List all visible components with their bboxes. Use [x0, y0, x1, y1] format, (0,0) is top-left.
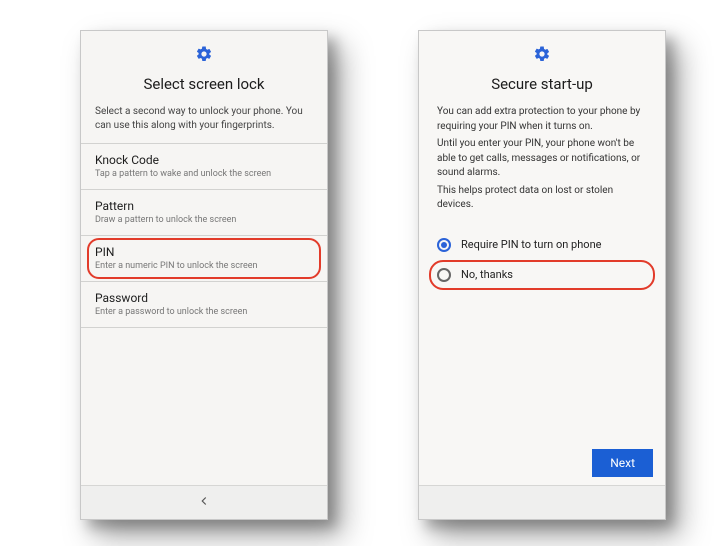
- phone-screen-secure-startup: Secure start-up You can add extra protec…: [418, 30, 666, 520]
- option-pattern[interactable]: Pattern Draw a pattern to unlock the scr…: [81, 189, 327, 235]
- option-label: No, thanks: [461, 268, 513, 281]
- option-require-pin[interactable]: Require PIN to turn on phone: [433, 230, 651, 260]
- description-line: This helps protect data on lost or stole…: [437, 184, 647, 213]
- gear-icon: [195, 45, 213, 67]
- nav-bar: [81, 485, 327, 519]
- option-no-thanks[interactable]: No, thanks: [433, 260, 651, 290]
- option-label: Knock Code: [95, 153, 313, 167]
- nav-bar: [419, 485, 665, 519]
- option-desc: Enter a password to unlock the screen: [95, 307, 313, 317]
- page-subtitle: Select a second way to unlock your phone…: [81, 101, 327, 143]
- radio-selected-icon: [437, 238, 451, 252]
- option-desc: Enter a numeric PIN to unlock the screen: [95, 261, 313, 271]
- description-line: Until you enter your PIN, your phone won…: [437, 137, 647, 181]
- option-desc: Draw a pattern to unlock the screen: [95, 215, 313, 225]
- topbar: [419, 31, 665, 69]
- description-line: You can add extra protection to your pho…: [437, 105, 647, 134]
- option-label: Password: [95, 291, 313, 305]
- back-icon[interactable]: [197, 493, 211, 512]
- startup-options: Require PIN to turn on phone No, thanks: [419, 224, 665, 290]
- next-button[interactable]: Next: [592, 449, 653, 477]
- radio-unselected-icon: [437, 268, 451, 282]
- phone-screen-select-lock: Select screen lock Select a second way t…: [80, 30, 328, 520]
- option-pin[interactable]: PIN Enter a numeric PIN to unlock the sc…: [81, 235, 327, 281]
- option-label: Pattern: [95, 199, 313, 213]
- option-knock-code[interactable]: Knock Code Tap a pattern to wake and unl…: [81, 143, 327, 189]
- option-label: PIN: [95, 245, 313, 259]
- page-title: Select screen lock: [81, 69, 327, 101]
- option-password[interactable]: Password Enter a password to unlock the …: [81, 281, 327, 328]
- topbar: [81, 31, 327, 69]
- lock-options-list: Knock Code Tap a pattern to wake and unl…: [81, 143, 327, 328]
- description: You can add extra protection to your pho…: [419, 101, 665, 224]
- option-desc: Tap a pattern to wake and unlock the scr…: [95, 169, 313, 179]
- option-label: Require PIN to turn on phone: [461, 238, 601, 251]
- page-title: Secure start-up: [419, 69, 665, 101]
- gear-icon: [533, 45, 551, 67]
